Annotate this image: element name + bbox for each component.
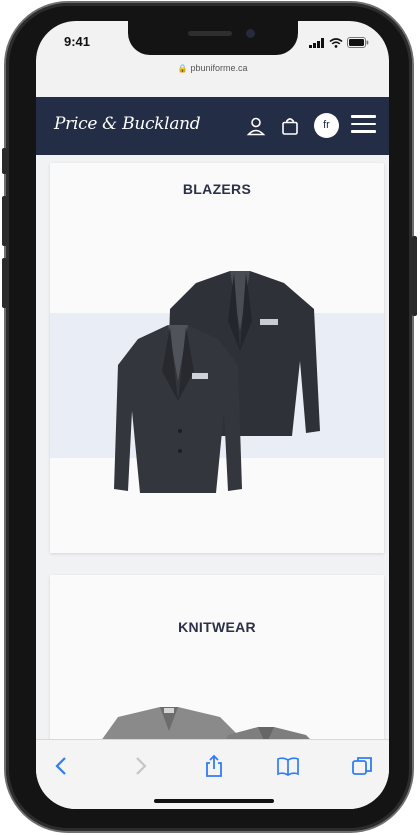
status-bar: 9:41 xyxy=(36,21,389,61)
account-icon[interactable] xyxy=(246,116,266,136)
wifi-icon xyxy=(329,37,343,48)
shopping-bag-icon[interactable] xyxy=(280,116,300,136)
status-time: 9:41 xyxy=(64,34,91,49)
home-indicator[interactable] xyxy=(154,799,274,803)
category-card-knitwear[interactable]: KNITWEAR xyxy=(50,575,384,740)
back-icon[interactable] xyxy=(50,754,74,778)
brand-logo[interactable]: Price & Buckland xyxy=(54,114,201,134)
power-button xyxy=(412,236,417,316)
tabs-icon[interactable] xyxy=(350,754,374,778)
category-card-blazers[interactable]: BLAZERS xyxy=(50,163,384,553)
site-header: Price & Buckland fr xyxy=(36,97,389,155)
category-title: KNITWEAR xyxy=(178,619,256,635)
category-list: BLAZERS KNITWEAR xyxy=(36,155,389,740)
language-toggle[interactable]: fr xyxy=(314,113,339,138)
hamburger-menu-icon[interactable] xyxy=(351,115,376,135)
volume-up-button xyxy=(2,196,7,246)
blazers-image xyxy=(114,271,320,493)
url-text: pbuniforme.ca xyxy=(190,63,248,73)
share-icon[interactable] xyxy=(202,754,226,778)
forward-icon[interactable] xyxy=(128,754,152,778)
bookmarks-icon[interactable] xyxy=(276,754,300,778)
address-bar[interactable]: 🔒 pbuniforme.ca xyxy=(36,63,389,85)
silent-switch xyxy=(2,148,7,174)
volume-down-button xyxy=(2,258,7,308)
signal-icon xyxy=(309,37,324,48)
lock-icon: 🔒 xyxy=(177,64,188,73)
status-icons xyxy=(309,37,369,48)
phone-screen: 9:41 🔒 pbuniforme.ca Price & Buckland fr… xyxy=(36,21,389,809)
category-title: BLAZERS xyxy=(182,181,252,197)
knitwear-image xyxy=(101,707,311,740)
battery-icon xyxy=(347,37,369,48)
